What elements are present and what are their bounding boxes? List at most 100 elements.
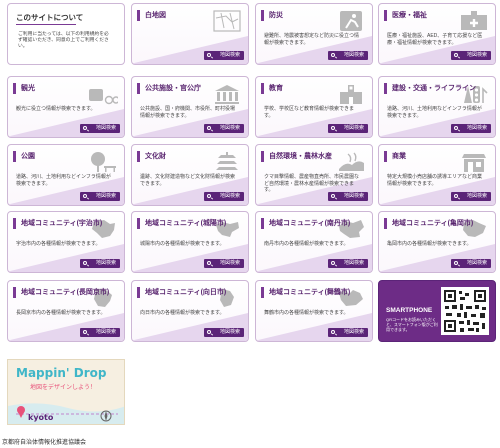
search-icon [331, 194, 335, 198]
search-icon [331, 261, 335, 265]
tile-community-joyo[interactable]: 地域コミュニティ(城陽市) 城陽市内の各種情報が検索できます。 地図検索 [131, 211, 249, 273]
tile-title: 白地図 [137, 10, 166, 21]
tile-title: 建設・交通・ライフライン [384, 83, 476, 94]
tile-title: 地域コミュニティ(長岡京市) [13, 287, 109, 298]
about-title: このサイトについて [16, 13, 84, 22]
tile-blank-map[interactable]: 白地図 地図検索 [131, 3, 249, 65]
tile-commerce[interactable]: 商業 特定大規模小売店舗の誘導エリアなど商業情報が検索できます。 地図検索 [378, 144, 496, 206]
search-icon [454, 53, 458, 57]
tile-community-muko[interactable]: 地域コミュニティ(向日市) 向日市内の各種情報が検索できます。 地図検索 [131, 280, 249, 342]
tile-construction-traffic-lifeline[interactable]: 建設・交通・ライフライン 道路、河川、土地利用などインフラ情報が検索できます。 … [378, 76, 496, 138]
tile-community-uji[interactable]: 地域コミュニティ(宇治市) 宇治市内の各種情報が検索できます。 地図検索 [7, 211, 125, 273]
public-building-icon [215, 85, 239, 104]
tile-desc: 医療・福祉施設、AED、子育て応援など医療・福祉情報が検索できます。 [387, 33, 483, 46]
smartphone-title: SMARTPHONE [386, 307, 433, 314]
tile-title: 防災 [261, 10, 283, 21]
map-search-button[interactable]: 地図検索 [451, 51, 491, 60]
map-search-button[interactable]: 地図検索 [328, 259, 368, 268]
search-icon [331, 330, 335, 334]
footer-organization: 京都府自治体情報化推進協議会 [2, 440, 87, 446]
smartphone-qr-tile[interactable]: SMARTPHONE QRコードをお読みいただくと、スマートフォン版がご利用でき… [378, 280, 496, 342]
map-search-button[interactable]: 地図検索 [204, 124, 244, 133]
tile-desc: 観光に役立つ情報が検索できます。 [16, 106, 96, 112]
map-search-button[interactable]: 地図検索 [328, 124, 368, 133]
map-search-button[interactable]: 地図検索 [328, 328, 368, 337]
search-icon [207, 261, 211, 265]
qr-code [441, 287, 489, 335]
tile-tourism[interactable]: 観光 観光に役立つ情報が検索できます。 地図検索 [7, 76, 125, 138]
tourism-icon [89, 89, 118, 105]
map-search-button[interactable]: 地図検索 [451, 259, 491, 268]
tile-title: 地域コミュニティ(亀岡市) [384, 218, 473, 229]
tile-park[interactable]: 公園 道路、河川、土地利用などインフラ情報が検索できます。 地図検索 [7, 144, 125, 206]
tile-community-maizuru[interactable]: 地域コミュニティ(舞鶴市) 舞鶴市内の各種情報が検索できます。 地図検索 [255, 280, 373, 342]
tile-public-facilities[interactable]: 公共施設・官公庁 公共施設、国・府機関、市役所、町村役場情報が検索できます。 地… [131, 76, 249, 138]
agriculture-icon [339, 152, 364, 171]
tile-desc: 舞鶴市内の各種情報が検索できます。 [264, 310, 349, 316]
search-icon [207, 126, 211, 130]
tile-desc: 亀岡市内の各種情報が検索できます。 [387, 241, 472, 247]
search-icon [83, 261, 87, 265]
map-search-button[interactable]: 地図検索 [204, 328, 244, 337]
divider [16, 24, 76, 25]
map-search-button[interactable]: 地図検索 [80, 259, 120, 268]
search-icon [83, 330, 87, 334]
tile-title: 自然環境・農林水産 [261, 151, 332, 162]
tile-title: 公共施設・官公庁 [137, 83, 201, 94]
map-search-button[interactable]: 地図検索 [204, 192, 244, 201]
education-icon [340, 85, 362, 104]
search-icon [207, 330, 211, 334]
map-search-button[interactable]: 地図検索 [328, 192, 368, 201]
tile-desc: 城陽市内の各種情報が検索できます。 [140, 241, 225, 247]
medical-icon [461, 11, 487, 30]
about-site-tile[interactable]: このサイトについて ご利用に当たっては、以下の利用規約を必ず確認いただき、同意の… [7, 3, 125, 65]
tile-desc: 道路、河川、土地利用などインフラ情報が検索できます。 [387, 106, 482, 119]
tile-title: 地域コミュニティ(宇治市) [13, 218, 102, 229]
tile-desc: 特定大規模小売店舗の誘導エリアなど商業情報が検索できます。 [387, 174, 483, 187]
map-search-button[interactable]: 地図検索 [451, 124, 491, 133]
tile-desc: 南丹市内の各種情報が検索できます。 [264, 241, 349, 247]
map-search-button[interactable]: 地図検索 [451, 192, 491, 201]
tile-medical-welfare[interactable]: 医療・福祉 医療・福祉施設、AED、子育て応援など医療・福祉情報が検索できます。… [378, 3, 496, 65]
tile-title: 商業 [384, 151, 406, 162]
tile-title: 地域コミュニティ(舞鶴市) [261, 287, 350, 298]
search-icon [331, 53, 335, 57]
tile-desc: 遺跡、文化財建造物など文化財情報が検索できます。 [140, 174, 236, 187]
tile-title: 地域コミュニティ(向日市) [137, 287, 226, 298]
map-search-button[interactable]: 地図検索 [328, 51, 368, 60]
search-icon [331, 126, 335, 130]
mappin-drop-banner[interactable]: Mappin' Drop 地図をデザインしよう！ kyoto [7, 359, 125, 425]
disaster-prevention-icon [340, 11, 362, 31]
tile-title: 医療・福祉 [384, 10, 427, 21]
tile-disaster-prevention[interactable]: 防災 避難所、地震被害想定など防災に役立つ情報が検索できます。 地図検索 [255, 3, 373, 65]
tile-nature-agriculture[interactable]: 自然環境・農林水産 クマ目撃情報、農産物直売所、市民農園など自然環境・農林水産情… [255, 144, 373, 206]
tile-title: 地域コミュニティ(南丹市) [261, 218, 350, 229]
tile-education[interactable]: 教育 学校、学校区など教育情報が検索できます。 地図検索 [255, 76, 373, 138]
tile-desc: 道路、河川、土地利用などインフラ情報が検索できます。 [16, 174, 111, 187]
tile-desc: 学校、学校区など教育情報が検索できます。 [264, 106, 355, 119]
map-search-button[interactable]: 地図検索 [80, 192, 120, 201]
tile-community-kameoka[interactable]: 地域コミュニティ(亀岡市) 亀岡市内の各種情報が検索できます。 地図検索 [378, 211, 496, 273]
tile-desc: 長岡京市内の各種情報が検索できます。 [16, 310, 106, 316]
search-icon [454, 261, 458, 265]
banner-brand: kyoto [28, 413, 54, 422]
tile-desc: クマ目撃情報、農産物直売所、市民農園など自然環境・農林水産情報が検索できます。 [264, 174, 360, 193]
tile-desc: 公共施設、国・府機関、市役所、町村役場情報が検索できます。 [140, 106, 236, 119]
smartphone-text: QRコードをお読みいただくと、スマートフォン版がご利用できます。 [386, 317, 438, 332]
map-search-button[interactable]: 地図検索 [80, 328, 120, 337]
tile-community-nagaokakyo[interactable]: 地域コミュニティ(長岡京市) 長岡京市内の各種情報が検索できます。 地図検索 [7, 280, 125, 342]
banner-art: Mappin' Drop 地図をデザインしよう！ kyoto [8, 366, 124, 424]
cultural-property-icon [216, 152, 238, 170]
map-search-button[interactable]: 地図検索 [204, 259, 244, 268]
tile-cultural-property[interactable]: 文化財 遺跡、文化財建造物など文化財情報が検索できます。 地図検索 [131, 144, 249, 206]
map-search-button[interactable]: 地図検索 [80, 124, 120, 133]
map-search-button[interactable]: 地図検索 [204, 51, 244, 60]
tile-title: 教育 [261, 83, 283, 94]
tile-community-nantan[interactable]: 地域コミュニティ(南丹市) 南丹市内の各種情報が検索できます。 地図検索 [255, 211, 373, 273]
tile-desc: 宇治市内の各種情報が検索できます。 [16, 241, 101, 247]
search-icon [207, 53, 211, 57]
search-icon [207, 194, 211, 198]
tile-title: 公園 [13, 151, 35, 162]
tile-title: 観光 [13, 83, 35, 94]
search-icon [454, 126, 458, 130]
